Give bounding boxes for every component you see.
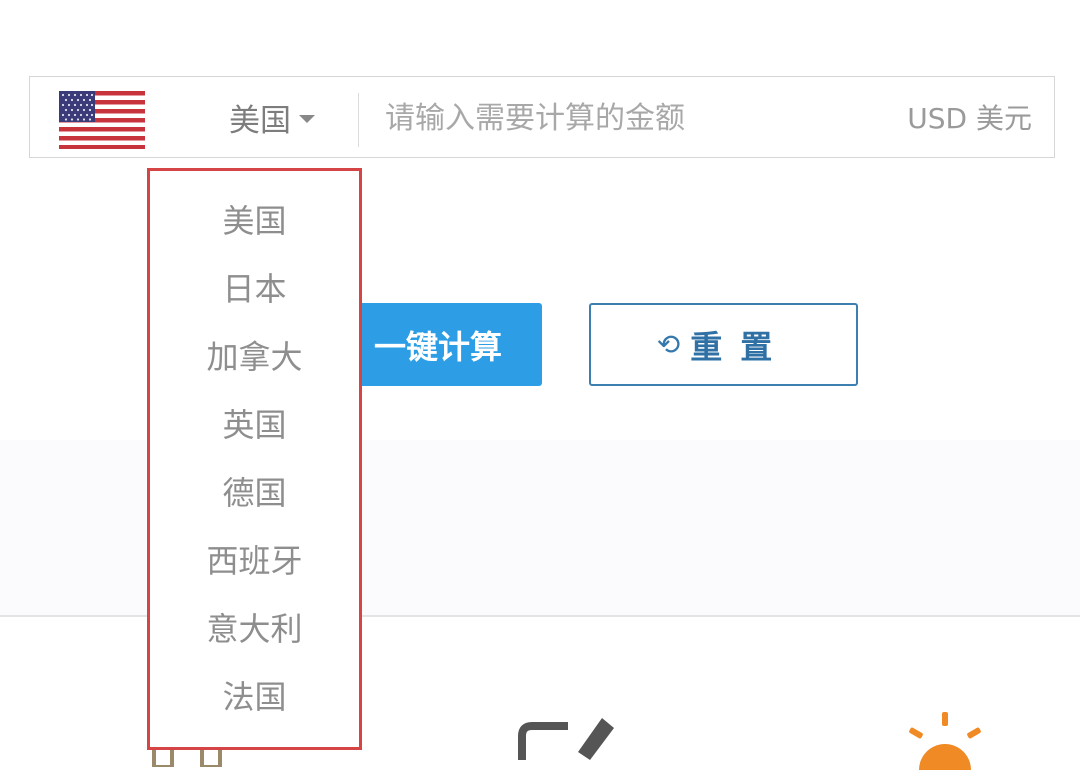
reset-label: 重置 [690, 327, 791, 366]
country-option[interactable]: 法国 [150, 667, 359, 727]
country-select[interactable]: 美国 [182, 77, 362, 157]
country-option[interactable]: 美国 [150, 191, 359, 251]
lightbulb-icon[interactable] [903, 710, 993, 776]
input-separator [358, 93, 359, 147]
currency-label: USD 美元 [907, 102, 1032, 135]
us-flag-icon [59, 91, 145, 149]
country-option[interactable]: 日本 [150, 259, 359, 319]
country-option[interactable]: 英国 [150, 395, 359, 455]
amount-input[interactable] [375, 89, 875, 147]
reset-button[interactable]: ⟲ 重置 [589, 303, 858, 386]
country-option[interactable]: 德国 [150, 463, 359, 523]
caret-down-icon [299, 115, 315, 123]
calculate-button[interactable]: 一键计算 [350, 303, 542, 386]
country-dropdown: 美国 日本 加拿大 英国 德国 西班牙 意大利 法国 [147, 168, 362, 750]
country-option[interactable]: 加拿大 [150, 327, 359, 387]
edit-icon[interactable] [518, 712, 618, 772]
selected-country-label: 美国 [229, 102, 291, 139]
country-option[interactable]: 西班牙 [150, 531, 359, 591]
country-option[interactable]: 意大利 [150, 599, 359, 659]
currency-input-bar: 美国 USD 美元 [29, 76, 1055, 158]
refresh-icon: ⟲ [656, 328, 681, 361]
